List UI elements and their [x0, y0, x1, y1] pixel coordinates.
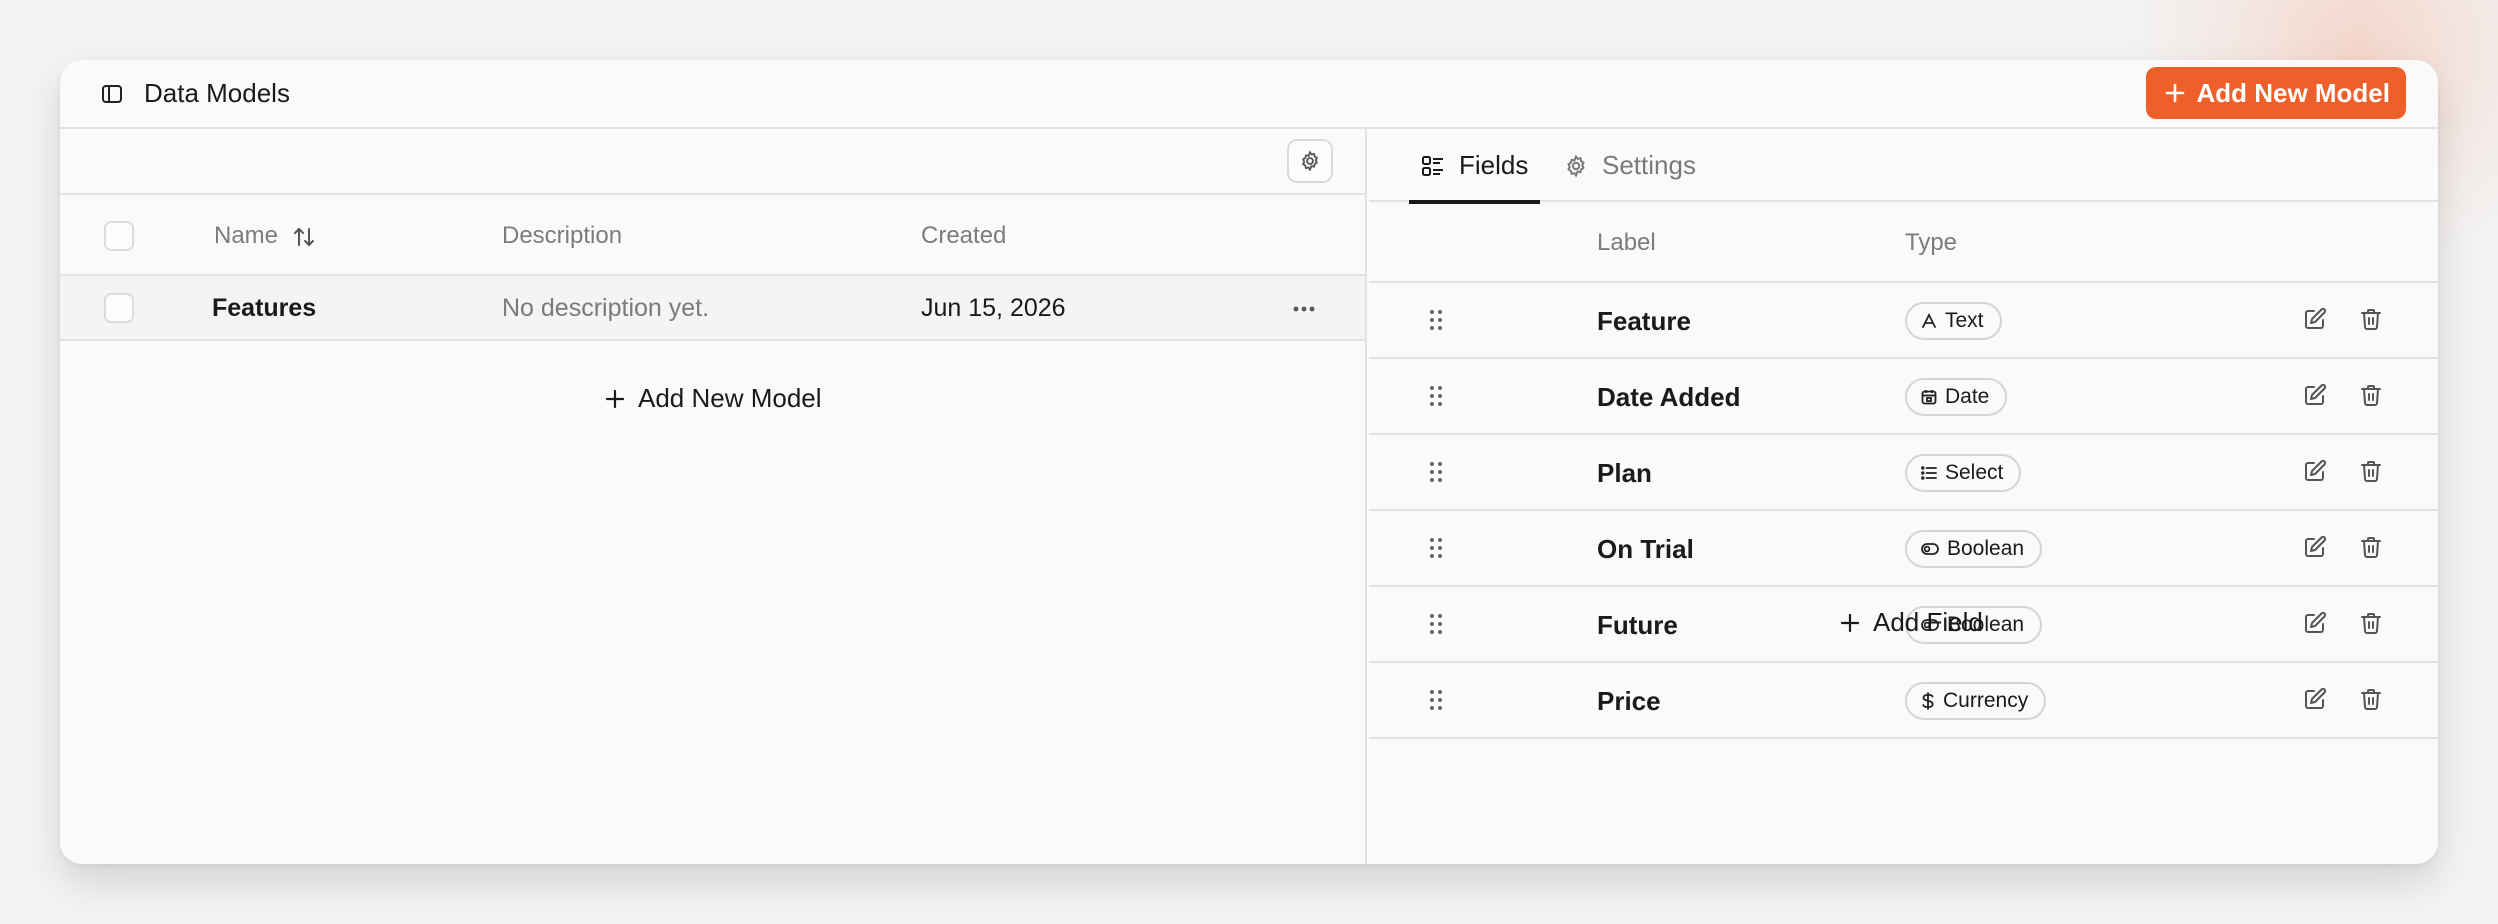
- column-name-header[interactable]: Name: [214, 222, 315, 250]
- gear-icon: [1567, 153, 1585, 178]
- drag-handle-icon[interactable]: [1429, 537, 1443, 559]
- fields-pane: Fields Settings Label Type Feature Text …: [1369, 129, 2438, 864]
- field-label: Feature: [1597, 306, 1691, 336]
- column-created-header: Created: [921, 222, 1007, 249]
- select-all-checkbox[interactable]: [104, 221, 134, 251]
- model-description-cell: No description yet.: [502, 294, 710, 322]
- type-badge: Date: [1905, 378, 2008, 416]
- add-field-button-label: Add Field: [1873, 607, 1983, 637]
- trash-icon[interactable]: [2359, 535, 2383, 559]
- tab-fields[interactable]: Fields: [1409, 129, 1541, 204]
- add-new-model-link[interactable]: Add New Model: [604, 383, 822, 414]
- row-select-checkbox[interactable]: [104, 293, 134, 323]
- text-type-icon: [1922, 313, 1936, 328]
- models-pane: Name Description Created Features No des…: [60, 129, 1367, 864]
- add-new-model-button[interactable]: Add New Model: [2146, 67, 2406, 119]
- type-badge-label: Currency: [1943, 689, 2029, 712]
- list-fields-icon: [1422, 155, 1443, 176]
- edit-icon[interactable]: [2303, 535, 2327, 559]
- trash-icon[interactable]: [2359, 687, 2383, 711]
- column-type-header: Type: [1905, 229, 1958, 256]
- add-new-model-button-label: Add New Model: [2196, 77, 2390, 108]
- trash-icon[interactable]: [2359, 611, 2383, 635]
- edit-icon[interactable]: [2303, 611, 2327, 635]
- trash-icon[interactable]: [2359, 459, 2383, 483]
- tab-bar: Fields Settings: [1369, 129, 2438, 204]
- edit-icon[interactable]: [2303, 307, 2327, 331]
- drag-handle-icon[interactable]: [1429, 689, 1443, 711]
- sidebar-toggle-icon[interactable]: [100, 82, 124, 106]
- page-title: Data Models: [144, 78, 290, 108]
- field-label: Price: [1597, 686, 1661, 716]
- drag-handle-icon[interactable]: [1429, 613, 1443, 635]
- models-table-header: Name Description Created: [60, 195, 1365, 276]
- app-header: Data Models Add New Model: [60, 60, 2438, 129]
- tab-settings[interactable]: Settings: [1564, 129, 1696, 202]
- type-badge: Boolean: [1905, 530, 2043, 568]
- edit-icon[interactable]: [2303, 687, 2327, 711]
- list-icon: [1921, 466, 1937, 480]
- model-created-cell: Jun 15, 2026: [921, 294, 1066, 322]
- drag-handle-icon[interactable]: [1429, 309, 1443, 331]
- trash-icon[interactable]: [2359, 307, 2383, 331]
- type-badge-label: Text: [1945, 309, 1984, 332]
- field-label: Plan: [1597, 458, 1652, 488]
- dollar-icon: [1922, 692, 1934, 710]
- plus-icon: [2166, 83, 2185, 103]
- type-badge: Select: [1905, 454, 2022, 492]
- calendar-icon: [1921, 390, 1937, 405]
- drag-handle-icon[interactable]: [1429, 385, 1443, 407]
- tab-settings-label: Settings: [1602, 150, 1696, 180]
- column-description-header: Description: [502, 222, 623, 249]
- more-options-icon[interactable]: [1291, 296, 1317, 322]
- table-row[interactable]: On Trial Boolean: [1369, 511, 2438, 587]
- gear-icon: [1301, 150, 1319, 172]
- edit-icon[interactable]: [2303, 383, 2327, 407]
- field-label: Future: [1597, 610, 1678, 640]
- plus-icon: [1840, 613, 1860, 632]
- model-name-cell: Features: [212, 294, 317, 322]
- table-row[interactable]: Date Added Date: [1369, 359, 2438, 435]
- table-row[interactable]: Features No description yet. Jun 15, 202…: [60, 276, 1365, 341]
- table-row[interactable]: Price Currency: [1369, 663, 2438, 739]
- type-badge-label: Select: [1945, 461, 2004, 484]
- table-settings-button[interactable]: [1287, 139, 1333, 183]
- edit-icon[interactable]: [2303, 459, 2327, 483]
- table-row[interactable]: Feature Text: [1369, 283, 2438, 359]
- tab-fields-label: Fields: [1459, 150, 1529, 180]
- type-badge-label: Boolean: [1947, 537, 2025, 560]
- type-badge: Text: [1905, 302, 2002, 340]
- field-label: On Trial: [1597, 534, 1694, 564]
- column-name-label: Name: [214, 222, 279, 249]
- add-field-button[interactable]: Add Field: [1839, 607, 1983, 638]
- fields-table-header: Label Type: [1369, 202, 2438, 283]
- plus-icon: [605, 389, 625, 408]
- sort-icon[interactable]: [293, 226, 315, 248]
- table-row[interactable]: Plan Select: [1369, 435, 2438, 511]
- type-badge-label: Date: [1945, 385, 1990, 408]
- drag-handle-icon[interactable]: [1429, 461, 1443, 483]
- app-window: Data Models Add New Model Name Descripti…: [60, 60, 2438, 864]
- trash-icon[interactable]: [2359, 383, 2383, 407]
- type-badge: Currency: [1905, 682, 2047, 720]
- column-label-header: Label: [1597, 229, 1656, 256]
- models-toolbar: [60, 129, 1365, 195]
- add-new-model-link-label: Add New Model: [638, 383, 822, 413]
- toggle-icon: [1921, 543, 1939, 555]
- field-label: Date Added: [1597, 382, 1741, 412]
